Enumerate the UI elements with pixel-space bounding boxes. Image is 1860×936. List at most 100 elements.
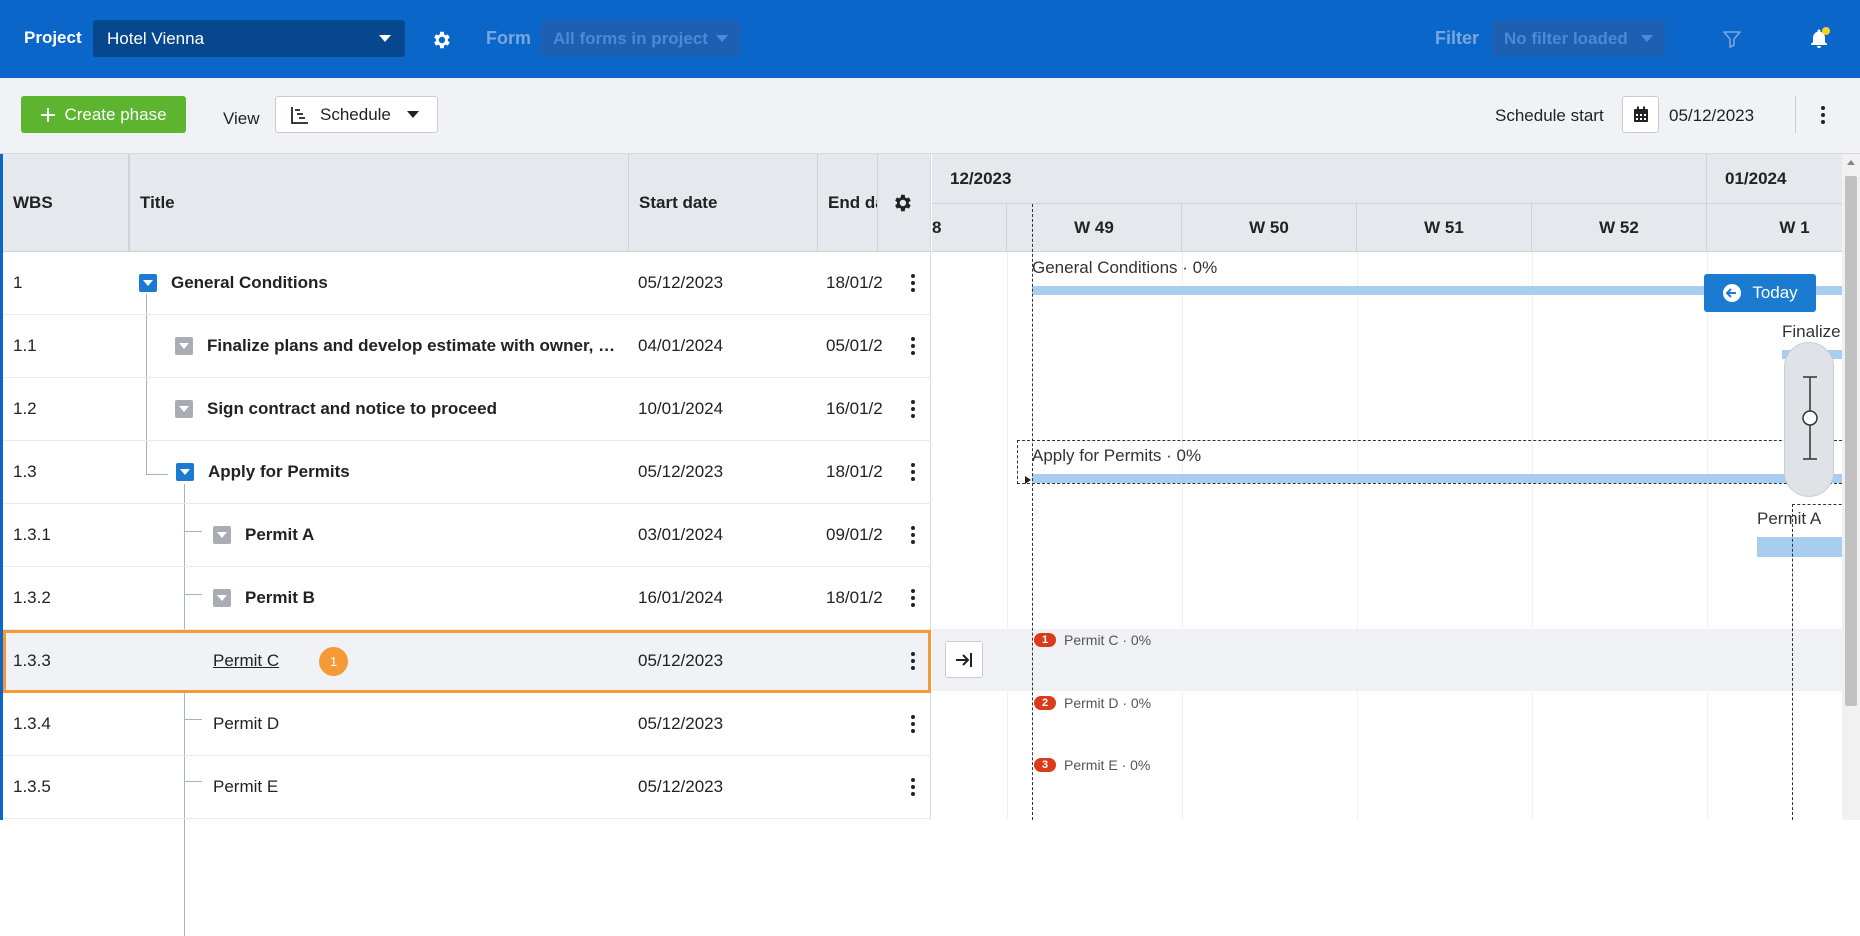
expand-toggle-icon[interactable]: [213, 589, 231, 607]
row-menu-icon[interactable]: [907, 398, 919, 420]
collapse-toggle-icon[interactable]: [176, 463, 194, 481]
start-date-cell: 05/12/2023: [638, 651, 724, 670]
chevron-down-icon: [1641, 35, 1653, 42]
week-header: W 52: [1532, 204, 1707, 252]
row-menu-icon[interactable]: [907, 776, 919, 798]
row-title: Finalize plans and develop estimate with…: [207, 336, 617, 355]
table-row[interactable]: 1.3.4 Permit D 05/12/2023: [3, 693, 931, 756]
table-row[interactable]: 1.1 Finalize plans and develop estimate …: [3, 315, 931, 378]
week-header: W 49: [1007, 204, 1182, 252]
bar-label-finalize: Finalize: [1782, 322, 1841, 341]
grid-line: [1357, 252, 1358, 820]
zoom-slider[interactable]: [1784, 342, 1834, 497]
expand-toggle-icon[interactable]: [175, 400, 193, 418]
end-date-cell: 09/01/2: [826, 525, 883, 544]
table-row-selected[interactable]: 1.3.3 Permit C 1 05/12/2023: [3, 630, 931, 693]
column-header-wbs[interactable]: WBS: [3, 154, 129, 252]
week-header: W 51: [1357, 204, 1532, 252]
column-header-start-date[interactable]: Start date: [629, 154, 818, 252]
toolbar: Create phase View Schedule Schedule star…: [0, 78, 1860, 154]
month-header: 12/2023: [932, 154, 1707, 204]
view-select-value: Schedule: [320, 104, 391, 124]
start-date-cell: 16/01/2024: [638, 588, 724, 607]
create-phase-button[interactable]: Create phase: [21, 96, 186, 133]
filter-select[interactable]: No filter loaded: [1492, 20, 1665, 57]
scrollbar-thumb[interactable]: [1845, 176, 1857, 706]
milestone-label: Permit D · 0%: [1064, 695, 1152, 711]
more-options-icon[interactable]: [1817, 104, 1829, 126]
toolbar-divider: [1795, 96, 1796, 133]
view-label: View: [223, 109, 260, 128]
row-menu-icon[interactable]: [907, 335, 919, 357]
milestone-label: Permit C · 0%: [1064, 632, 1152, 648]
step-badge: 1: [319, 646, 349, 676]
gear-icon[interactable]: [430, 29, 452, 51]
table-row[interactable]: 1.2 Sign contract and notice to proceed …: [3, 378, 931, 441]
start-date-cell: 05/12/2023: [638, 273, 724, 292]
table-row[interactable]: 1.3.2 Permit B 16/01/2024 18/01/2: [3, 567, 931, 630]
end-date-cell: 18/01/2: [826, 588, 883, 607]
milestone-permit-c[interactable]: 1 Permit C · 0%: [1034, 632, 1151, 648]
table-row[interactable]: 1 General Conditions 05/12/2023 18/01/2: [3, 252, 931, 315]
milestone-permit-e[interactable]: 3 Permit E · 0%: [1034, 757, 1150, 773]
arrow-to-line-icon: [956, 652, 972, 667]
row-menu-icon[interactable]: [907, 587, 919, 609]
wbs-cell: 1.3.3: [13, 651, 51, 670]
form-select[interactable]: All forms in project: [541, 20, 740, 57]
table-row[interactable]: 1.3.1 Permit A 03/01/2024 09/01/2: [3, 504, 931, 567]
bar-apply-for-permits[interactable]: [1032, 474, 1842, 483]
start-date-cell: 10/01/2024: [638, 399, 724, 418]
row-title: Apply for Permits: [208, 462, 350, 481]
collapse-toggle-icon[interactable]: [139, 274, 157, 292]
grid-line: [1182, 252, 1183, 820]
row-menu-icon[interactable]: [907, 524, 919, 546]
gantt-chart-icon: [291, 106, 308, 124]
arrow-left-circle-icon: [1723, 284, 1742, 302]
dependency-outline: [1792, 504, 1842, 820]
vertical-scrollbar[interactable]: [1842, 154, 1860, 820]
month-header: 01/2024: [1707, 154, 1842, 204]
row-menu-icon[interactable]: [907, 461, 919, 483]
end-date-cell: 16/01/2: [826, 399, 883, 418]
milestone-number: 2: [1034, 696, 1056, 710]
row-title: Permit D: [213, 714, 280, 733]
wbs-cell: 1.3.5: [13, 777, 51, 796]
today-marker-line: [1032, 204, 1033, 820]
table-row[interactable]: 1.3.5 Permit E 05/12/2023: [3, 756, 931, 819]
grid-line: [1007, 252, 1008, 820]
column-header-end-date[interactable]: End da: [818, 154, 878, 252]
expand-toggle-icon[interactable]: [175, 337, 193, 355]
end-date-cell: 05/01/2: [826, 336, 883, 355]
row-title-link[interactable]: Permit C: [213, 651, 279, 671]
notification-bell-icon[interactable]: [1807, 27, 1831, 51]
today-button[interactable]: Today: [1704, 274, 1816, 312]
row-title: Sign contract and notice to proceed: [207, 399, 497, 418]
calendar-button[interactable]: [1622, 96, 1659, 133]
column-header-title[interactable]: Title: [129, 154, 629, 252]
form-label: Form: [486, 28, 531, 48]
row-title: General Conditions: [171, 273, 328, 292]
milestone-permit-d[interactable]: 2 Permit D · 0%: [1034, 695, 1151, 711]
column-settings-gear-icon[interactable]: [891, 192, 913, 214]
gantt-chart[interactable]: 12/2023 01/2024 8 W 49 W 50 W 51 W 52 W …: [932, 154, 1842, 820]
table-row[interactable]: 1.3 Apply for Permits 05/12/2023 18/01/2: [3, 441, 931, 504]
project-select[interactable]: Hotel Vienna: [93, 20, 405, 57]
grid-line: [1532, 252, 1533, 820]
start-date-cell: 05/12/2023: [638, 714, 724, 733]
scroll-up-arrow-icon[interactable]: [1847, 160, 1855, 165]
grid-line: [1707, 252, 1708, 820]
row-menu-icon[interactable]: [907, 272, 919, 294]
row-menu-icon[interactable]: [907, 650, 919, 672]
view-select[interactable]: Schedule: [275, 96, 438, 133]
wbs-cell: 1.3.4: [13, 714, 51, 733]
create-phase-label: Create phase: [64, 104, 167, 124]
filter-select-placeholder: No filter loaded: [1504, 28, 1628, 48]
row-menu-icon[interactable]: [907, 713, 919, 735]
filter-icon[interactable]: [1722, 29, 1742, 49]
wbs-cell: 1.2: [13, 399, 37, 418]
bar-label-general-conditions: General Conditions · 0%: [1032, 258, 1218, 277]
milestone-label: Permit E · 0%: [1064, 757, 1151, 773]
schedule-start-value[interactable]: 05/12/2023: [1669, 106, 1754, 126]
expand-toggle-icon[interactable]: [213, 526, 231, 544]
scroll-to-bar-button[interactable]: [945, 641, 983, 678]
